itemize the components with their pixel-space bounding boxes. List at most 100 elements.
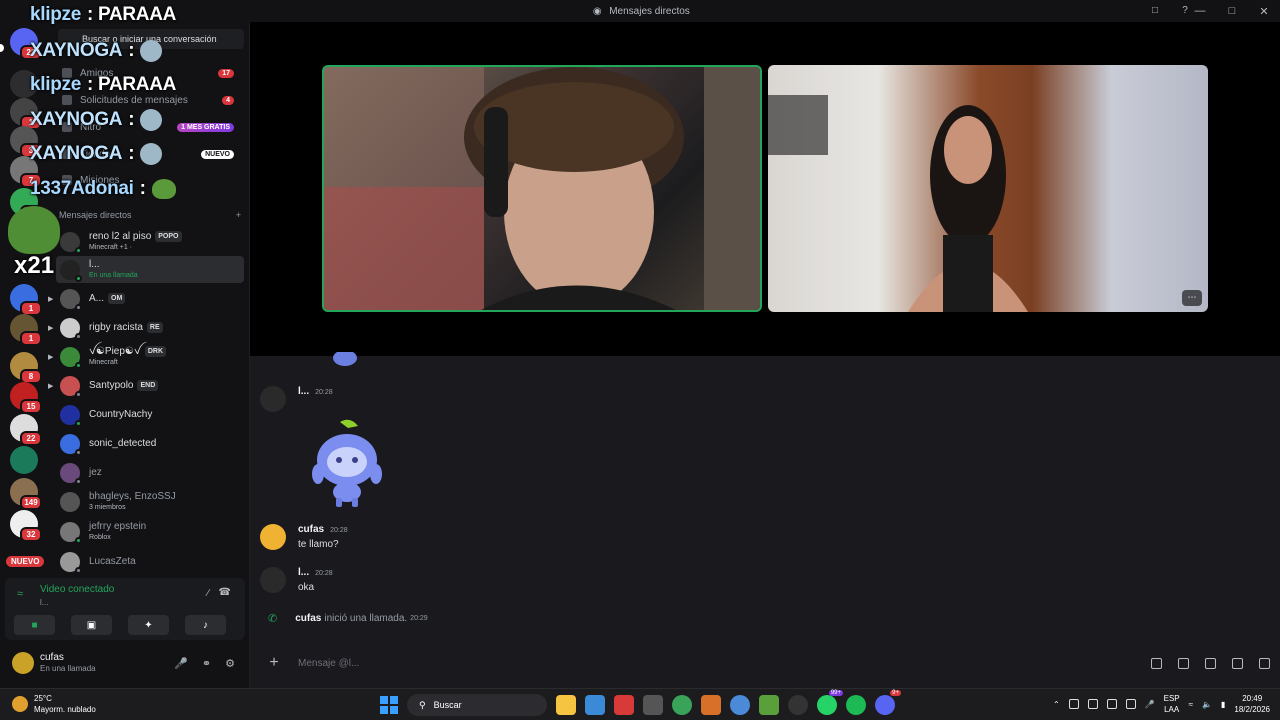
pepe-emote-icon — [8, 206, 60, 254]
weather-widget[interactable]: 25°C Mayorm. nublado — [12, 693, 96, 715]
avatar[interactable] — [260, 567, 286, 593]
voice-status[interactable]: Video conectado — [40, 584, 114, 595]
inbox-icon[interactable]: □ — [1148, 3, 1162, 17]
chrome-icon[interactable] — [672, 695, 692, 715]
microphone-icon[interactable]: 🎤 — [1145, 700, 1155, 709]
maximize-button[interactable]: □ — [1216, 5, 1248, 17]
server-icon[interactable]: 149 — [10, 478, 42, 510]
dm-item[interactable]: CountryNachy — [56, 401, 244, 428]
tray-icon[interactable] — [1087, 699, 1098, 709]
minimize-button[interactable]: — — [1184, 5, 1216, 17]
server-icon[interactable]: 8 — [10, 352, 42, 384]
expand-arrow-icon[interactable]: ▶ — [48, 295, 53, 303]
tray-icon[interactable] — [1125, 699, 1136, 709]
headphones-icon[interactable]: ⚭ — [202, 657, 211, 670]
video-tile-speaking[interactable] — [322, 65, 762, 312]
close-button[interactable]: ✕ — [1248, 5, 1280, 18]
attach-plus-icon[interactable]: + — [260, 654, 288, 672]
camera-feed — [768, 95, 1028, 312]
taskbar-search[interactable]: ⚲ Buscar — [407, 694, 547, 716]
windows-start-icon[interactable] — [380, 696, 398, 714]
avatar — [60, 231, 82, 254]
signal-icon[interactable]: ≈ — [17, 588, 23, 600]
dm-item[interactable]: ▶ ꪜ☯Piep☯ꪜ DRK Minecraft — [48, 343, 244, 370]
dm-item-active[interactable]: l... En una llamada — [56, 256, 244, 283]
tray-icon[interactable] — [1068, 699, 1079, 709]
dm-item[interactable]: jez — [56, 459, 244, 486]
language-indicator[interactable]: ESP LAA — [1164, 693, 1180, 715]
avatar — [60, 462, 82, 485]
message-author[interactable]: cufas — [298, 524, 324, 535]
clock[interactable]: 20:49 18/2/2026 — [1234, 693, 1270, 715]
expand-arrow-icon[interactable]: ▶ — [48, 353, 53, 361]
wifi-icon[interactable]: ≈ — [1189, 700, 1193, 709]
message-author[interactable]: l... — [298, 386, 309, 397]
search-icon: ⚲ — [419, 699, 426, 710]
server-icon[interactable] — [10, 446, 38, 474]
windows-taskbar: 25°C Mayorm. nublado ⚲ Buscar 99+ 9+ ⌃ 🎤 E… — [0, 688, 1280, 720]
group-avatar — [60, 491, 80, 512]
wumpus-sticker — [312, 419, 382, 507]
dm-item[interactable]: reno l2 al piso POPO Minecraft +1 · — [56, 228, 244, 255]
dm-item[interactable]: ▶ A... OM — [48, 285, 244, 312]
store-icon[interactable] — [643, 695, 663, 715]
system-tray: ⌃ 🎤 ESP LAA ≈ 🔈 ▮ 20:49 18/2/2026 — [1053, 693, 1270, 715]
microphone-icon[interactable]: 🎤 — [174, 657, 188, 670]
dm-item[interactable]: sonic_detected — [56, 430, 244, 457]
avatar[interactable] — [260, 524, 286, 550]
dm-item[interactable]: ▶ Santypolo END — [48, 372, 244, 399]
gift-icon[interactable] — [1151, 657, 1162, 669]
avatar[interactable] — [260, 386, 286, 412]
server-icon[interactable]: 15 — [10, 382, 42, 414]
server-icon[interactable]: 22 — [10, 414, 42, 446]
phone-icon: ✆ — [268, 613, 278, 625]
whatsapp-icon[interactable]: 99+ — [817, 690, 843, 715]
activities-button[interactable]: ✦ — [128, 615, 169, 635]
more-options-icon[interactable]: ⋯ — [1182, 290, 1202, 306]
app-icon[interactable] — [701, 695, 721, 715]
volume-icon[interactable]: 🔈 — [1202, 700, 1212, 709]
battery-icon[interactable]: ▮ — [1221, 700, 1225, 709]
server-icon[interactable]: 1 — [10, 284, 42, 316]
disconnect-icon[interactable]: ☎ — [219, 587, 231, 598]
overlay-line: 1337Adonai: — [30, 178, 176, 200]
file-explorer-icon[interactable] — [556, 695, 576, 715]
emote-icon — [140, 109, 163, 131]
message-composer[interactable]: + Mensaje @l... — [260, 650, 1270, 676]
expand-arrow-icon[interactable]: ▶ — [48, 382, 53, 390]
message-input[interactable]: Mensaje @l... — [298, 658, 359, 669]
tray-icon[interactable] — [1106, 699, 1117, 709]
expand-arrow-icon[interactable]: ▶ — [48, 324, 53, 332]
chrome-profile-icon[interactable] — [730, 695, 750, 715]
app-icon[interactable] — [788, 695, 808, 715]
server-icon[interactable]: 1 — [10, 314, 42, 346]
shop-new-badge: NUEVO — [201, 149, 234, 159]
chevron-up-icon[interactable]: ⌃ — [1053, 700, 1060, 709]
soundboard-button[interactable]: ♪ — [185, 615, 226, 635]
emoji-icon[interactable] — [1232, 657, 1243, 669]
dm-item[interactable]: LucasZeta — [56, 548, 244, 575]
gif-icon[interactable] — [1178, 657, 1189, 669]
avatar[interactable] — [12, 652, 34, 674]
camera-button[interactable]: ■ — [14, 615, 55, 635]
overlay-line: XAYNOGA: — [30, 143, 163, 165]
noise-suppression-icon[interactable]: ∕ — [207, 588, 209, 599]
wps-office-icon[interactable] — [614, 695, 634, 715]
message-author[interactable]: l... — [298, 567, 309, 578]
dm-item[interactable]: jefrry epstein Roblox — [56, 518, 244, 545]
call-author[interactable]: cufas — [295, 613, 321, 624]
create-dm-button[interactable]: + — [236, 210, 241, 220]
dm-item[interactable]: ▶ rigby racista RE — [48, 314, 244, 341]
apps-icon[interactable] — [1259, 657, 1270, 669]
server-icon[interactable]: 32 — [10, 510, 42, 542]
dm-item[interactable]: bhagleys, EnzoSSJ 3 miembros — [56, 488, 244, 515]
minecraft-icon[interactable] — [759, 695, 779, 715]
settings-gear-icon[interactable]: ⚙ — [225, 657, 235, 670]
video-tile[interactable]: ⋯ — [768, 65, 1208, 312]
screen-share-button[interactable]: ▣ — [71, 615, 112, 635]
spotify-icon[interactable] — [846, 695, 866, 715]
copilot-icon[interactable] — [585, 695, 605, 715]
discord-icon[interactable]: 9+ — [875, 690, 901, 715]
sticker-icon[interactable] — [1205, 657, 1216, 669]
camera-feed — [324, 67, 760, 310]
